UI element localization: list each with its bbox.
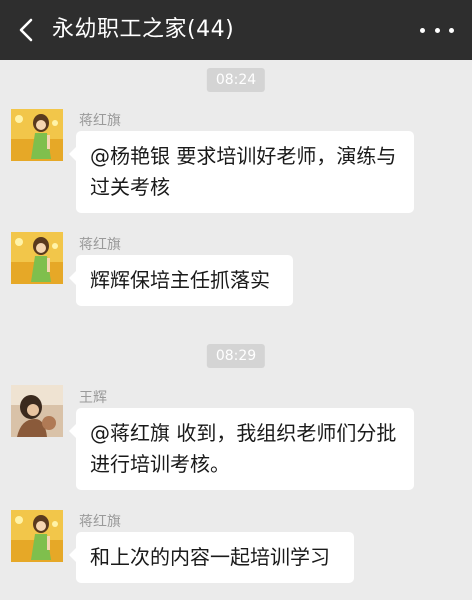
girl-illustration-icon (11, 510, 63, 562)
avatar-jiang-hongqi[interactable] (11, 510, 63, 562)
timestamp: 08:29 (206, 344, 266, 368)
chat-header: 永幼职工之家(44) (0, 0, 472, 60)
back-button[interactable] (14, 17, 40, 43)
photo-avatar-icon (11, 385, 63, 437)
message-bubble[interactable]: @蒋红旗 收到，我组织老师们分批进行培训考核。 (69, 408, 414, 490)
timestamp: 08:24 (206, 68, 266, 92)
sender-name: 王辉 (79, 390, 107, 406)
message-text: @蒋红旗 收到，我组织老师们分批进行培训考核。 (90, 421, 397, 476)
message-text: 和上次的内容一起培训学习 (90, 545, 330, 569)
message-bubble[interactable]: @杨艳银 要求培训好老师，演练与过关考核 (69, 131, 414, 213)
more-options-button[interactable] (420, 18, 454, 42)
message-bubble[interactable]: 辉辉保培主任抓落实 (69, 255, 293, 306)
chat-title: 永幼职工之家(44) (52, 17, 235, 42)
girl-illustration-icon (11, 109, 63, 161)
avatar-jiang-hongqi[interactable] (11, 232, 63, 284)
avatar-wang-hui[interactable] (11, 385, 63, 437)
more-dots-icon (420, 27, 425, 33)
avatar-jiang-hongqi[interactable] (11, 109, 63, 161)
chevron-left-icon (19, 18, 33, 42)
sender-name: 蒋红旗 (79, 237, 121, 253)
sender-name: 蒋红旗 (79, 514, 121, 530)
girl-illustration-icon (11, 232, 63, 284)
message-bubble[interactable]: 和上次的内容一起培训学习 (69, 532, 354, 583)
sender-name: 蒋红旗 (79, 113, 121, 129)
message-text: @杨艳银 要求培训好老师，演练与过关考核 (90, 144, 397, 199)
message-text: 辉辉保培主任抓落实 (90, 268, 270, 292)
